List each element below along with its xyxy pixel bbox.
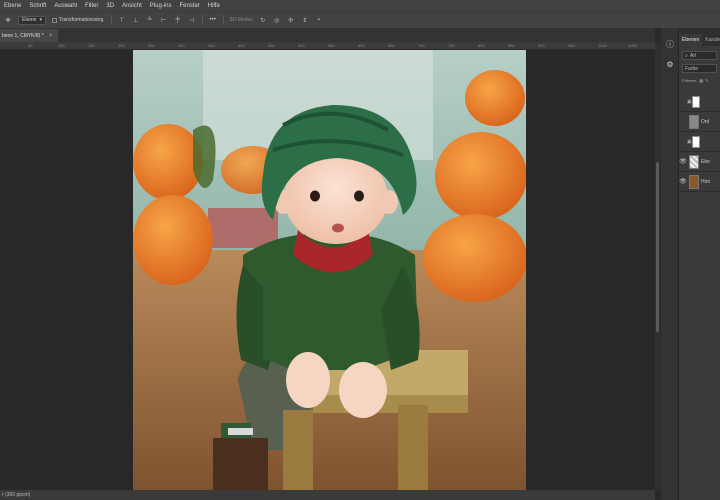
ruler-label: 250 xyxy=(148,43,155,48)
ruler-label: 750 xyxy=(448,43,455,48)
document-tab[interactable]: bene 1, CMYK/8) * × xyxy=(0,29,59,42)
ruler-label: 550 xyxy=(328,43,335,48)
layer-mask-thumbnail[interactable] xyxy=(691,95,700,108)
layer-select-value: Ebene xyxy=(22,17,37,23)
chevron-down-icon: ▾ xyxy=(39,17,42,23)
ruler-label: 200 xyxy=(118,43,125,48)
align-center-icon[interactable]: ╪ xyxy=(174,17,182,23)
panel-icon-strip: ⓘ ⚙ xyxy=(660,28,678,500)
layer-name: Ebe xyxy=(701,158,710,165)
ruler-label: 350 xyxy=(208,43,215,48)
drag-3d-icon[interactable]: ✣ xyxy=(287,17,295,24)
menu-hilfe[interactable]: Hilfe xyxy=(204,3,224,9)
lock-pixels-icon[interactable]: ▦ xyxy=(699,78,703,83)
divider xyxy=(222,15,224,25)
blend-mode-select[interactable]: Farbe xyxy=(682,64,717,73)
ruler-label: 450 xyxy=(268,43,275,48)
ruler-label: 1000 xyxy=(598,43,607,48)
ruler-label: 900 xyxy=(538,43,545,48)
transform-label: Transformationsstrg. xyxy=(58,17,105,23)
3d-mode-label: 3D-Modus xyxy=(229,17,253,23)
menu-schrift[interactable]: Schrift xyxy=(25,3,50,9)
canvas-area[interactable] xyxy=(0,50,655,490)
layer-name: Ord xyxy=(701,118,710,125)
align-top-icon[interactable]: ⊤ xyxy=(118,17,126,24)
menu-plugins[interactable]: Plug-ins xyxy=(146,3,176,9)
lock-paint-icon[interactable]: ✎ xyxy=(705,78,708,83)
ruler-label: 600 xyxy=(358,43,365,48)
align-bottom-icon[interactable]: ╧ xyxy=(146,17,154,23)
menu-fenster[interactable]: Fenster xyxy=(175,3,203,9)
ruler-label: 800 xyxy=(478,43,485,48)
roll-3d-icon[interactable]: ◎ xyxy=(273,17,281,24)
ruler-label: 850 xyxy=(508,43,515,48)
ruler-label: 400 xyxy=(238,43,245,48)
eye-icon[interactable]: 👁 xyxy=(679,178,687,185)
ruler-label: 100 xyxy=(58,43,65,48)
layer-row[interactable]: Ord xyxy=(679,112,720,132)
menu-auswahl[interactable]: Auswahl xyxy=(50,3,81,9)
status-bar: r (300 ppcm) xyxy=(0,490,655,500)
tab-channels[interactable]: Kanäle xyxy=(702,34,720,46)
ruler-label: 500 xyxy=(298,43,305,48)
status-text: r (300 ppcm) xyxy=(2,492,31,498)
menu-bar: Ebene Schrift Auswahl Filter 3D Ansicht … xyxy=(0,0,720,11)
layer-row[interactable]: 👁 Ebe xyxy=(679,152,720,172)
ruler-label: 300 xyxy=(178,43,185,48)
search-placeholder: Art xyxy=(689,52,697,59)
slide-3d-icon[interactable]: ⇕ xyxy=(301,17,309,24)
blend-mode-value: Farbe xyxy=(685,65,699,72)
transform-controls-checkbox[interactable]: Transformationsstrg. xyxy=(51,17,105,23)
layer-row[interactable]: ▣ xyxy=(679,92,720,112)
layer-mask-thumbnail[interactable] xyxy=(691,135,700,148)
more-options-icon[interactable]: ••• xyxy=(209,17,217,23)
close-icon[interactable]: × xyxy=(49,33,53,39)
layers-panel: Ebenen Kanäle ⌕ Art Farbe Fixieren: ▦ ✎ … xyxy=(678,28,720,500)
ruler-label: 1050 xyxy=(628,43,637,48)
baby-photo xyxy=(133,50,526,490)
panel-tabs: Ebenen Kanäle xyxy=(679,28,720,46)
rotate-3d-icon[interactable]: ↻ xyxy=(259,17,267,24)
tab-layers[interactable]: Ebenen xyxy=(679,34,703,46)
lock-row: Fixieren: ▦ ✎ xyxy=(682,76,717,84)
adjustment-icon[interactable]: ⚙ xyxy=(664,58,676,70)
auto-select-dropdown[interactable]: Ebene ▾ xyxy=(18,15,46,25)
divider xyxy=(110,15,112,25)
ruler-label: 50 xyxy=(28,43,33,48)
ruler-label: 950 xyxy=(568,43,575,48)
layer-row[interactable]: ▣ xyxy=(679,132,720,152)
horizontal-ruler: 50 100 150 200 250 300 350 400 450 500 5… xyxy=(0,42,655,50)
search-icon: ⌕ xyxy=(685,52,688,59)
ruler-label: 150 xyxy=(88,43,95,48)
divider xyxy=(201,15,203,25)
align-left-icon[interactable]: ⊢ xyxy=(160,17,168,24)
photo-editor-window: Ebene Schrift Auswahl Filter 3D Ansicht … xyxy=(0,0,720,500)
align-right-icon[interactable]: ⊣ xyxy=(188,17,196,24)
eye-icon[interactable]: 👁 xyxy=(679,158,687,165)
info-icon[interactable]: ⓘ xyxy=(664,38,676,50)
align-middle-icon[interactable]: ⊥ xyxy=(132,17,140,24)
document-image[interactable] xyxy=(133,50,526,490)
ruler-label: 650 xyxy=(388,43,395,48)
layer-thumbnail xyxy=(689,114,699,129)
layer-thumbnail xyxy=(689,154,699,169)
layer-name: Hint xyxy=(701,178,710,185)
document-tab-title: bene 1, CMYK/8) * xyxy=(2,32,44,39)
document-tab-bar: bene 1, CMYK/8) * × xyxy=(0,28,655,42)
move-tool-icon[interactable]: ✥ xyxy=(4,17,12,24)
checkbox-icon xyxy=(51,17,57,23)
menu-ansicht[interactable]: Ansicht xyxy=(118,3,146,9)
menu-ebene[interactable]: Ebene xyxy=(0,3,25,9)
menu-filter[interactable]: Filter xyxy=(81,3,102,9)
layer-thumbnail xyxy=(689,174,699,189)
ruler-label: 700 xyxy=(418,43,425,48)
lock-label: Fixieren: xyxy=(682,77,698,83)
scrollbar-thumb[interactable] xyxy=(656,162,659,332)
scale-3d-icon[interactable]: ▪ xyxy=(315,17,323,23)
layer-search[interactable]: ⌕ Art xyxy=(682,51,717,60)
menu-3d[interactable]: 3D xyxy=(102,3,118,9)
options-bar: ✥ Ebene ▾ Transformationsstrg. ⊤ ⊥ ╧ ⊢ ╪… xyxy=(0,11,720,28)
layer-row[interactable]: 👁 Hint xyxy=(679,172,720,192)
